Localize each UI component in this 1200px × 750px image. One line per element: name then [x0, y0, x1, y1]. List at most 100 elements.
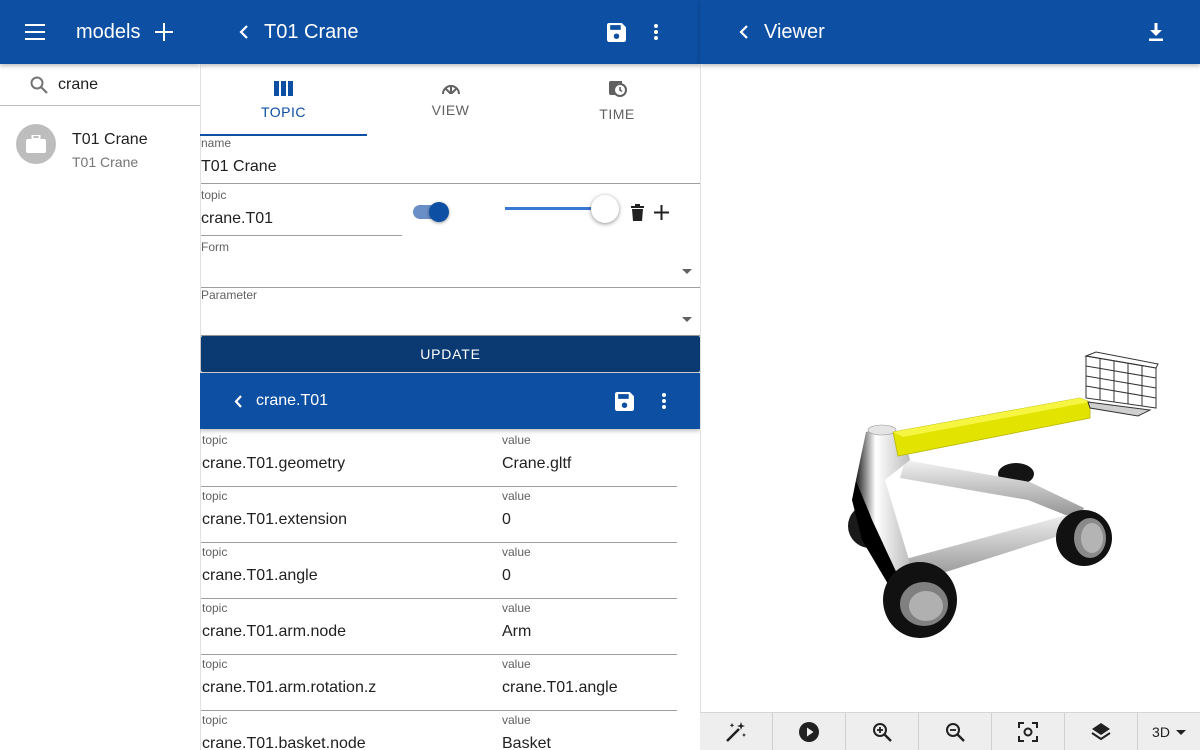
chevron-down-icon [682, 317, 692, 322]
viewer-toolbar: 3D [700, 712, 1200, 750]
model-search [0, 64, 200, 106]
tab-time[interactable]: TIME [534, 64, 700, 136]
zoom-in-icon[interactable] [846, 713, 919, 750]
topic-cell: topic crane.T01.extension [202, 489, 347, 529]
table-row[interactable]: topic crane.T01.arm.node value Arm [201, 599, 677, 655]
topic-col-label: topic [202, 601, 228, 615]
value-cell: value 0 [502, 489, 531, 529]
download-icon[interactable] [1144, 20, 1168, 44]
delete-icon[interactable] [628, 201, 646, 223]
add-icon[interactable] [152, 20, 176, 44]
topic-cell: topic crane.T01.angle [202, 545, 318, 585]
tab-topic-label: TOPIC [260, 103, 307, 120]
tab-view-label: VIEW [431, 102, 470, 118]
value-col-label: value [502, 489, 531, 503]
topic-name: crane.T01.angle [202, 567, 318, 584]
value-cell: value Arm [502, 601, 531, 641]
column-top [867, 424, 897, 436]
frame-top [900, 460, 1084, 520]
save-icon[interactable] [612, 389, 636, 413]
value-cell: value Basket [502, 713, 551, 750]
topic-slider[interactable] [505, 194, 625, 224]
topic-panel-header: crane.T01 [200, 373, 700, 429]
parameter-select[interactable]: Parameter [201, 288, 700, 336]
tab-topic[interactable]: TOPIC [200, 64, 367, 136]
topic-value: crane.T01.angle [502, 679, 618, 696]
topic-col-label: topic [202, 657, 228, 671]
history-icon [607, 78, 627, 106]
view-mode-value: 3D [1152, 724, 1170, 740]
front-wheel [883, 562, 957, 638]
topic-value: crane.T01 [201, 210, 274, 227]
topic-name: crane.T01.basket.node [202, 735, 366, 750]
form-label: Form [201, 240, 229, 254]
name-field[interactable]: name T01 Crane [201, 136, 700, 184]
topic-cell: topic crane.T01.arm.rotation.z [202, 657, 376, 697]
avatar [16, 124, 56, 164]
view-mode-select[interactable]: 3D [1138, 713, 1200, 750]
update-button[interactable]: UPDATE [201, 336, 700, 372]
toggle-thumb [429, 202, 449, 222]
topic-col-label: topic [202, 489, 228, 503]
topic-col-label: topic [202, 433, 228, 447]
crane-model [848, 351, 1159, 638]
topic-name: crane.T01.extension [202, 511, 347, 528]
back-icon[interactable] [228, 389, 248, 413]
value-col-label: value [502, 657, 531, 671]
chevron-down-icon [1175, 729, 1186, 735]
viewer-title: Viewer [764, 20, 825, 43]
value-cell: value 0 [502, 545, 531, 585]
name-label: name [201, 136, 232, 150]
value-col-label: value [502, 545, 531, 559]
save-icon[interactable] [604, 20, 628, 44]
model-editor: T01 Crane TOPIC VIEW TIME name T01 Crane… [200, 0, 700, 750]
more-vert-icon[interactable] [652, 389, 676, 413]
more-vert-icon[interactable] [644, 20, 668, 44]
table-row[interactable]: topic crane.T01.arm.rotation.z value cra… [201, 655, 677, 711]
topic-cell: topic crane.T01.geometry [202, 433, 345, 473]
table-row[interactable]: topic crane.T01.extension value 0 [201, 487, 677, 543]
table-row[interactable]: topic crane.T01.angle value 0 [201, 543, 677, 599]
viewer-header: Viewer [700, 0, 1200, 64]
form-select[interactable]: Form [201, 240, 700, 288]
slider-fill [505, 207, 605, 210]
back-icon[interactable] [234, 20, 254, 44]
topic-toggle[interactable] [413, 202, 451, 222]
value-cell: value Crane.gltf [502, 433, 571, 473]
models-panel: models T01 Crane T01 Crane [0, 0, 200, 750]
search-input[interactable] [58, 75, 178, 94]
value-col-label: value [502, 601, 531, 615]
viewer-canvas[interactable] [700, 64, 1200, 712]
viewer-panel: Viewer 3D [700, 0, 1200, 750]
table-row[interactable]: topic crane.T01.basket.node value Basket [201, 711, 677, 750]
topic-value: 0 [502, 567, 511, 584]
right-wheel [1056, 510, 1112, 566]
tab-time-label: TIME [599, 106, 635, 122]
topic-value: 0 [502, 511, 511, 528]
name-value: T01 Crane [201, 158, 277, 175]
add-topic-icon[interactable] [651, 202, 671, 222]
topic-panel-title: crane.T01 [256, 392, 329, 409]
menu-icon[interactable] [24, 20, 48, 44]
layers-icon[interactable] [1065, 713, 1138, 750]
topic-name: crane.T01.arm.node [202, 623, 347, 640]
view-icon [441, 82, 461, 102]
chevron-down-icon [682, 269, 692, 274]
editor-header: T01 Crane [200, 0, 700, 64]
back-icon[interactable] [734, 20, 754, 44]
editor-title: T01 Crane [264, 20, 359, 43]
topic-label: topic [201, 188, 227, 202]
topic-cell: topic crane.T01.basket.node [202, 713, 366, 750]
play-icon[interactable] [773, 713, 846, 750]
topic-value: Basket [502, 735, 551, 750]
topic-value: Crane.gltf [502, 455, 572, 472]
topic-field[interactable]: topic crane.T01 [201, 188, 402, 236]
list-item-model[interactable]: T01 Crane T01 Crane [0, 118, 200, 178]
center-focus-icon[interactable] [992, 713, 1065, 750]
slider-thumb[interactable] [591, 195, 619, 223]
tab-view[interactable]: VIEW [367, 64, 534, 136]
table-row[interactable]: topic crane.T01.geometry value Crane.glt… [201, 431, 677, 487]
magic-wand-icon[interactable] [700, 713, 773, 750]
zoom-out-icon[interactable] [919, 713, 992, 750]
value-col-label: value [502, 433, 531, 447]
